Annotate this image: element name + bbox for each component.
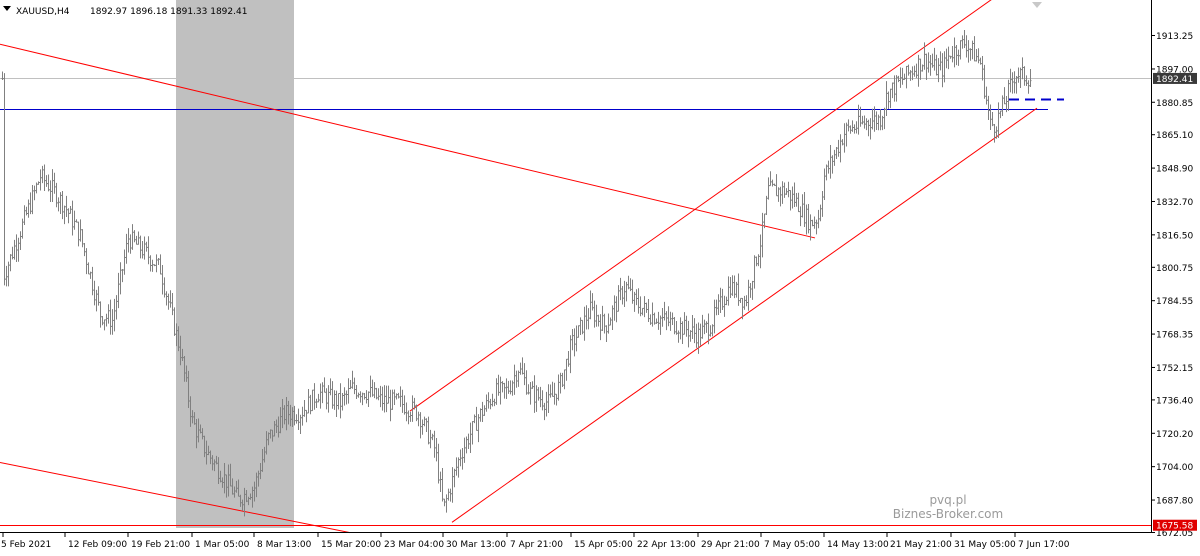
time-tick-label: 15 Apr 05:00 xyxy=(574,540,633,550)
time-tick-label: 1 Mar 05:00 xyxy=(195,540,250,550)
time-tick-label: 21 May 21:00 xyxy=(890,540,952,550)
price-tick-label: 1848.90 xyxy=(1156,165,1193,175)
price-tick-label: 1704.00 xyxy=(1156,463,1193,473)
time-tick-label: 12 Feb 09:00 xyxy=(68,540,127,550)
shaded-time-region xyxy=(176,0,294,528)
price-tick-label: 1800.75 xyxy=(1156,264,1193,274)
time-tick-label: 7 Jun 17:00 xyxy=(1018,540,1070,550)
current-price-tag-label: 1892.41 xyxy=(1156,75,1193,85)
time-tick-label: 22 Apr 13:00 xyxy=(637,540,696,550)
price-tick-label: 1768.35 xyxy=(1156,331,1193,341)
price-tick-label: 1880.85 xyxy=(1156,99,1193,109)
chart-canvas[interactable]: XAUUSD,H4 1892.97 1896.18 1891.33 1892.4… xyxy=(0,0,1200,556)
time-tick-label: 19 Feb 21:00 xyxy=(131,540,190,550)
ohlc-values: 1892.97 1896.18 1891.33 1892.41 xyxy=(90,7,247,17)
time-tick-label: 5 Feb 2021 xyxy=(1,540,51,550)
price-tick-label: 1736.40 xyxy=(1156,396,1193,406)
chart-header: XAUUSD,H4 1892.97 1896.18 1891.33 1892.4… xyxy=(3,6,247,17)
time-tick-label: 7 Apr 21:00 xyxy=(510,540,563,550)
time-tick-label: 7 May 05:00 xyxy=(764,540,820,550)
price-tick-label: 1784.55 xyxy=(1156,297,1193,307)
price-chart[interactable]: XAUUSD,H4 1892.97 1896.18 1891.33 1892.4… xyxy=(0,0,1200,556)
time-tick-label: 31 May 05:00 xyxy=(954,540,1016,550)
symbol-label: XAUUSD,H4 xyxy=(16,7,70,17)
price-tick-label: 1720.20 xyxy=(1156,430,1193,440)
price-tick-label: 1865.10 xyxy=(1156,131,1193,141)
price-tick-label: 1816.50 xyxy=(1156,231,1193,241)
time-tick-label: 14 May 13:00 xyxy=(827,540,889,550)
time-tick-label: 15 Mar 20:00 xyxy=(321,540,381,550)
price-tick-label: 1687.80 xyxy=(1156,497,1193,507)
support-price-tag-label: 1675.58 xyxy=(1156,522,1193,532)
price-tick-label: 1752.15 xyxy=(1156,364,1193,374)
watermark-line-1: pvq.pl xyxy=(929,493,966,507)
time-tick-label: 30 Mar 13:00 xyxy=(446,540,506,550)
time-tick-label: 8 Mar 13:00 xyxy=(257,540,312,550)
time-tick-label: 23 Mar 04:00 xyxy=(384,540,444,550)
watermark-line-2: Biznes-Broker.com xyxy=(893,507,1003,521)
time-tick-label: 29 Apr 21:00 xyxy=(701,540,760,550)
price-tick-label: 1913.25 xyxy=(1156,32,1193,42)
price-tick-label: 1832.70 xyxy=(1156,198,1193,208)
